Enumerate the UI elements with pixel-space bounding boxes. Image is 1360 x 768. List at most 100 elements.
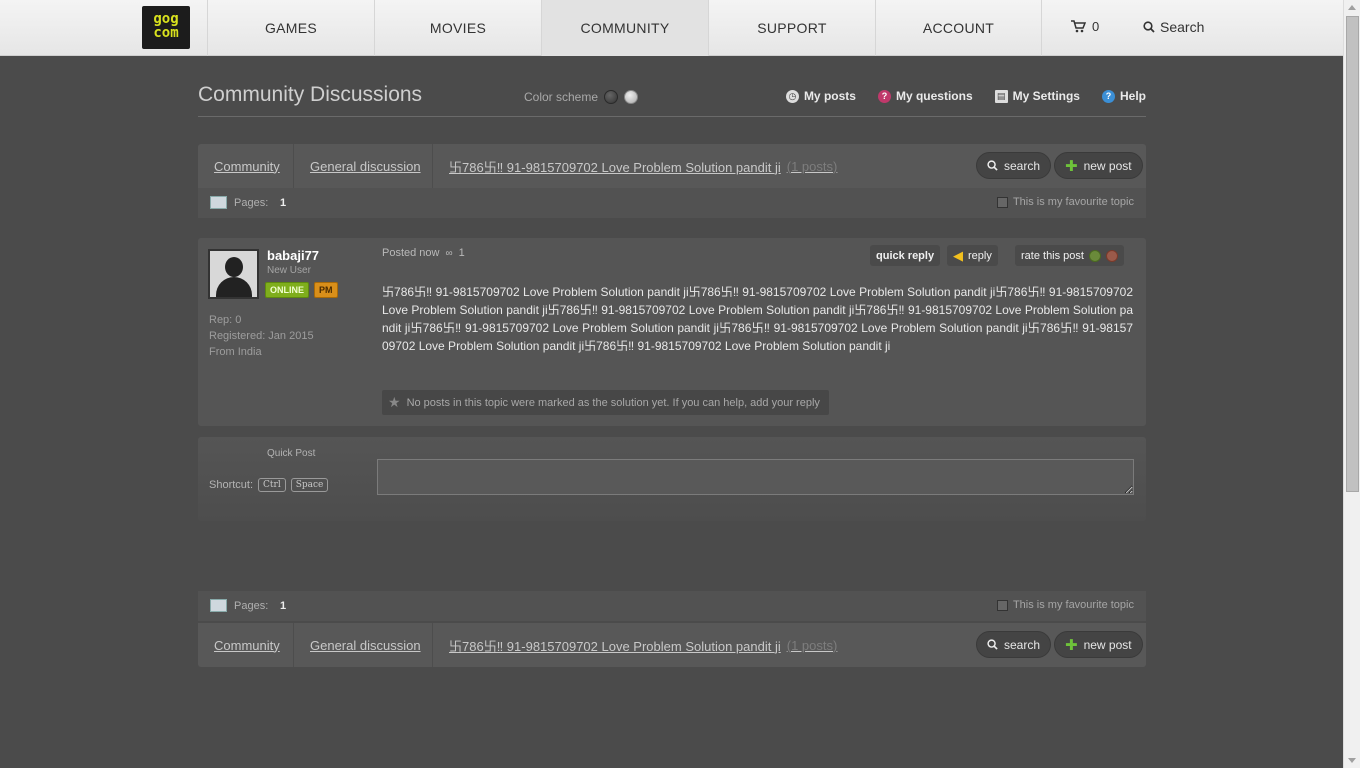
nav-account[interactable]: ACCOUNT: [875, 0, 1042, 56]
user-rep: Rep: 0: [209, 314, 242, 326]
quick-reply-label: quick reply: [876, 249, 935, 262]
cart-button[interactable]: 0: [1071, 19, 1099, 34]
page-number[interactable]: 1: [280, 600, 286, 612]
solution-note: ★ No posts in this topic were marked as …: [382, 390, 829, 415]
rate-label: rate this post: [1021, 249, 1084, 262]
logo-text-bottom: com: [153, 25, 179, 41]
help-link[interactable]: ? Help: [1101, 89, 1146, 103]
question-icon: ?: [877, 89, 891, 103]
pages-icon: [210, 599, 227, 612]
header-divider: [198, 116, 1146, 117]
page-number[interactable]: 1: [280, 197, 286, 209]
search-button[interactable]: search: [976, 631, 1052, 658]
new-post-button-label: new post: [1083, 637, 1132, 652]
breadcrumb-community[interactable]: Community: [214, 623, 280, 667]
nav-community[interactable]: COMMUNITY: [541, 0, 708, 56]
breadcrumb-topic-label: 卐786卐‼ 91-9815709702 Love Problem Soluti…: [449, 159, 781, 175]
gog-logo[interactable]: gog com: [142, 6, 190, 49]
nav-movies[interactable]: MOVIES: [374, 0, 541, 56]
avatar[interactable]: [208, 249, 259, 299]
user-location: From India: [209, 346, 262, 358]
new-post-button[interactable]: ✚ new post: [1054, 631, 1143, 658]
color-scheme-label: Color scheme: [524, 90, 599, 104]
post-body: 卐786卐‼ 91-9815709702 Love Problem Soluti…: [382, 285, 1133, 353]
my-settings-link[interactable]: ▤ My Settings: [994, 89, 1080, 103]
nav-support[interactable]: SUPPORT: [708, 0, 875, 56]
breadcrumb-separator: [293, 144, 294, 188]
favourite-topic-toggle[interactable]: This is my favourite topic: [996, 599, 1134, 611]
breadcrumb-bar-top: Community General discussion 卐786卐‼ 91-9…: [198, 144, 1146, 188]
quick-post-shortcut: Shortcut: Ctrl Space: [209, 478, 329, 492]
search-button-label: search: [1004, 158, 1041, 173]
breadcrumb-forum[interactable]: General discussion: [310, 623, 421, 667]
breadcrumb-topic-label: 卐786卐‼ 91-9815709702 Love Problem Soluti…: [449, 638, 781, 654]
shortcut-key-space: Space: [290, 478, 329, 492]
logo-text-top: gog: [153, 11, 179, 27]
top-search-button[interactable]: Search: [1143, 19, 1204, 35]
rate-up-icon[interactable]: [1088, 249, 1101, 262]
breadcrumb-post-count: (1 posts): [786, 637, 838, 653]
avatar-silhouette-body: [216, 277, 252, 297]
my-questions-link[interactable]: ? My questions: [877, 89, 973, 103]
pm-button[interactable]: PM: [314, 282, 338, 298]
favourite-checkbox[interactable]: [996, 196, 1008, 208]
star-icon: ★: [388, 394, 401, 410]
user-info: Rep: 0 Registered: Jan 2015 From India: [209, 312, 314, 360]
breadcrumb-forum[interactable]: General discussion: [310, 144, 421, 188]
search-icon: [987, 160, 998, 171]
shortcut-key-ctrl: Ctrl: [258, 478, 286, 492]
breadcrumb-bar-bottom: Community General discussion 卐786卐‼ 91-9…: [198, 623, 1146, 667]
favourite-checkbox[interactable]: [996, 599, 1008, 611]
page-title: Community Discussions: [198, 83, 423, 106]
post-meta: Posted now ∞ 1: [382, 247, 465, 259]
pages-bar-top: Pages: 1 This is my favourite topic: [198, 188, 1146, 218]
breadcrumb-separator: [432, 623, 433, 667]
post-username[interactable]: babaji77: [267, 248, 319, 263]
scroll-down-icon[interactable]: [1348, 758, 1356, 763]
scroll-up-icon[interactable]: [1348, 5, 1356, 10]
reply-button[interactable]: ◀ reply: [947, 245, 998, 266]
cart-count: 0: [1092, 19, 1100, 34]
my-settings-label: My Settings: [1012, 89, 1080, 103]
pages-label: Pages:: [234, 197, 269, 209]
favourite-topic-toggle[interactable]: This is my favourite topic: [996, 196, 1134, 208]
search-button[interactable]: search: [976, 152, 1052, 179]
breadcrumb-post-count: (1 posts): [786, 158, 838, 174]
shortcut-label: Shortcut:: [209, 479, 254, 491]
top-navigation: gog com GAMES MOVIES COMMUNITY SUPPORT A…: [0, 0, 1343, 56]
user-registered: Registered: Jan 2015: [209, 330, 314, 342]
color-scheme-dark-option[interactable]: [604, 90, 619, 104]
post-link-count[interactable]: 1: [459, 247, 465, 259]
new-post-button[interactable]: ✚ new post: [1054, 152, 1143, 179]
help-label: Help: [1119, 89, 1146, 103]
cart-icon: [1071, 20, 1086, 33]
page-scrollbar[interactable]: [1343, 0, 1360, 768]
quick-post-textarea[interactable]: [377, 459, 1134, 495]
quick-reply-button[interactable]: quick reply: [870, 245, 941, 266]
post-user-type: New User: [267, 265, 311, 276]
rate-post-control: rate this post: [1015, 245, 1124, 266]
search-button-label: search: [1004, 637, 1041, 652]
favourite-label: This is my favourite topic: [1012, 599, 1134, 611]
color-scheme-light-option[interactable]: [624, 90, 639, 104]
avatar-silhouette-head: [225, 257, 243, 277]
favourite-label: This is my favourite topic: [1012, 196, 1134, 208]
nav-games[interactable]: GAMES: [207, 0, 374, 56]
quick-post-label: Quick Post: [267, 448, 316, 459]
pages-label: Pages:: [234, 600, 269, 612]
scrollbar-thumb[interactable]: [1346, 16, 1359, 492]
breadcrumb-topic[interactable]: 卐786卐‼ 91-9815709702 Love Problem Soluti…: [449, 623, 837, 667]
reply-label: reply: [968, 249, 992, 262]
breadcrumb-community[interactable]: Community: [214, 144, 280, 188]
rate-down-icon[interactable]: [1105, 249, 1118, 262]
my-posts-link[interactable]: ◷ My posts: [785, 89, 856, 103]
breadcrumb-topic[interactable]: 卐786卐‼ 91-9815709702 Love Problem Soluti…: [449, 144, 837, 188]
pages-bar-bottom: Pages: 1 This is my favourite topic: [198, 591, 1146, 621]
search-icon: [987, 639, 998, 650]
help-icon: ?: [1101, 89, 1115, 103]
quick-post: Quick Post Shortcut: Ctrl Space: [198, 437, 1146, 521]
plus-icon: ✚: [1065, 636, 1078, 654]
top-search-label: Search: [1160, 19, 1205, 35]
clock-icon: ◷: [785, 89, 799, 103]
pages-icon: [210, 196, 227, 209]
